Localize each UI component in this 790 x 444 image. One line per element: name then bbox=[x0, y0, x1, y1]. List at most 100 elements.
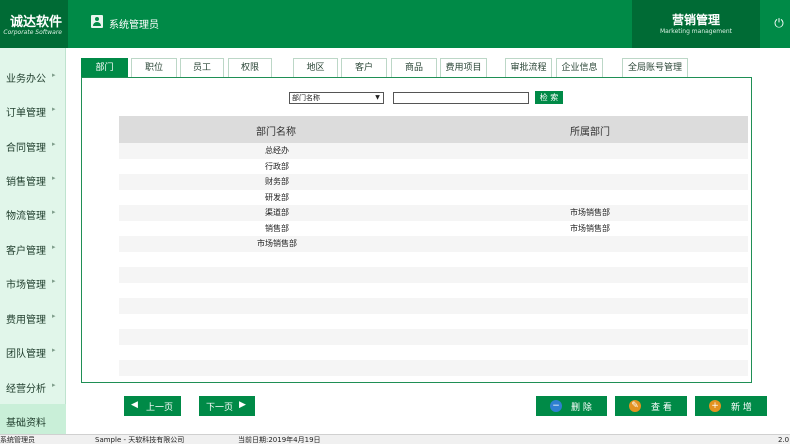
next-page-button[interactable]: 下一页 ▶ bbox=[199, 396, 255, 416]
chevron-right-icon: ▸ bbox=[52, 208, 56, 216]
plus-icon: + bbox=[709, 400, 721, 412]
table-body: 总经办 行政部 财务部 研发部 渠道部 市场销售部 销售部 市场销售部 市场销售部 bbox=[119, 143, 748, 376]
chevron-right-icon: ▸ bbox=[52, 381, 56, 389]
cell-parent-department: 市场销售部 bbox=[570, 223, 610, 233]
sidebar-item-market[interactable]: 市场管理 ▸ bbox=[0, 266, 66, 300]
tab-employee[interactable]: 员工 bbox=[180, 58, 224, 77]
table-row[interactable] bbox=[119, 360, 748, 376]
tab-customer[interactable]: 客户 bbox=[341, 58, 387, 77]
sidebar-item-team[interactable]: 团队管理 ▸ bbox=[0, 335, 66, 369]
sidebar-item-label: 团队管理 bbox=[6, 349, 46, 360]
table-row[interactable]: 销售部 市场销售部 bbox=[119, 221, 748, 237]
table-row[interactable] bbox=[119, 283, 748, 299]
user-icon bbox=[91, 15, 103, 28]
cell-department-name: 销售部 bbox=[265, 223, 289, 233]
chevron-right-icon: ▸ bbox=[52, 140, 56, 148]
top-header: 诚达软件 Corporate Software 系统管理员 营销管理 Marke… bbox=[0, 0, 790, 48]
column-header-department-name: 部门名称 bbox=[256, 127, 296, 138]
module-subtitle: Marketing management bbox=[659, 28, 732, 35]
search-input[interactable] bbox=[393, 92, 529, 104]
table-row[interactable]: 市场销售部 bbox=[119, 236, 748, 252]
app-window: 诚达软件 Corporate Software 系统管理员 营销管理 Marke… bbox=[0, 0, 790, 444]
tab-position[interactable]: 职位 bbox=[131, 58, 177, 77]
table-row[interactable]: 财务部 bbox=[119, 174, 748, 190]
sidebar-item-orders[interactable]: 订单管理 ▸ bbox=[0, 94, 66, 128]
sidebar-item-analysis[interactable]: 经营分析 ▸ bbox=[0, 370, 66, 404]
chevron-right-icon: ▸ bbox=[52, 346, 56, 354]
table-row[interactable] bbox=[119, 345, 748, 361]
table-row[interactable]: 行政部 bbox=[119, 159, 748, 175]
brand-logo: 诚达软件 Corporate Software bbox=[0, 0, 68, 48]
cell-department-name: 市场销售部 bbox=[257, 239, 297, 248]
filter-field-select[interactable]: 部门名称 ▼ bbox=[289, 92, 384, 104]
tab-approval-flow[interactable]: 审批流程 bbox=[505, 58, 552, 77]
tab-bar: 部门 职位 员工 权限 地区 客户 商品 费用项目 审批流程 企业信息 全局账号… bbox=[81, 58, 751, 77]
sidebar-item-logistics[interactable]: 物流管理 ▸ bbox=[0, 197, 66, 231]
module-title: 营销管理 bbox=[671, 13, 720, 27]
tab-department[interactable]: 部门 bbox=[81, 58, 128, 77]
module-banner: 营销管理 Marketing management bbox=[632, 0, 760, 48]
prev-page-button[interactable]: ◀ 上一页 bbox=[124, 396, 181, 416]
view-button[interactable]: ✎ 查 看 bbox=[615, 396, 687, 416]
table-row[interactable]: 渠道部 市场销售部 bbox=[119, 205, 748, 221]
sidebar-item-label: 销售管理 bbox=[6, 177, 46, 188]
table-row[interactable] bbox=[119, 314, 748, 330]
status-user: 系统管理员 bbox=[0, 436, 35, 444]
table-row[interactable] bbox=[119, 267, 748, 283]
table-row[interactable]: 总经办 bbox=[119, 143, 748, 159]
sidebar-item-contracts[interactable]: 合同管理 ▸ bbox=[0, 129, 66, 163]
sidebar-item-label: 基础资料 bbox=[6, 418, 46, 429]
sidebar-item-sales[interactable]: 销售管理 ▸ bbox=[0, 163, 66, 197]
table-row[interactable] bbox=[119, 329, 748, 345]
sidebar-item-label: 客户管理 bbox=[6, 246, 46, 257]
sidebar-item-customers[interactable]: 客户管理 ▸ bbox=[0, 232, 66, 266]
sidebar-item-base-data[interactable]: 基础资料 bbox=[0, 404, 66, 438]
tab-company-info[interactable]: 企业信息 bbox=[556, 58, 603, 77]
sidebar-item-label: 业务办公 bbox=[6, 74, 46, 85]
pencil-icon: ✎ bbox=[629, 400, 641, 412]
add-label: 新 增 bbox=[731, 403, 752, 413]
column-header-parent-department: 所属部门 bbox=[570, 127, 610, 138]
search-button[interactable]: 检 索 bbox=[535, 91, 563, 104]
view-label: 查 看 bbox=[651, 403, 672, 413]
status-company: Sample - 天软科技有限公司 bbox=[95, 436, 185, 444]
next-page-label: 下一页 bbox=[206, 403, 234, 413]
chevron-down-icon: ▼ bbox=[375, 94, 380, 101]
cell-parent-department: 市场销售部 bbox=[570, 208, 610, 217]
tab-global-accounts[interactable]: 全局账号管理 bbox=[622, 58, 688, 77]
status-date: 当前日期:2019年4月19日 bbox=[238, 436, 321, 444]
chevron-right-icon: ▸ bbox=[52, 243, 56, 251]
table-row[interactable] bbox=[119, 298, 748, 314]
status-version: 2.0 bbox=[778, 436, 790, 444]
cell-department-name: 研发部 bbox=[265, 192, 289, 202]
department-panel: 部门名称 ▼ 检 索 部门名称 所属部门 总经办 行政部 财务部 研发部 渠道部 市场销售… bbox=[81, 77, 752, 383]
add-button[interactable]: + 新 增 bbox=[695, 396, 767, 416]
chevron-right-icon: ▸ bbox=[52, 312, 56, 320]
chevron-right-icon: ▸ bbox=[52, 174, 56, 182]
sidebar-item-expenses[interactable]: 费用管理 ▸ bbox=[0, 301, 66, 335]
cell-department-name: 总经办 bbox=[265, 146, 289, 155]
sidebar-item-label: 经营分析 bbox=[6, 384, 46, 395]
tab-permission[interactable]: 权限 bbox=[228, 58, 272, 77]
chevron-right-icon: ▸ bbox=[52, 277, 56, 285]
cell-department-name: 渠道部 bbox=[265, 208, 289, 217]
table-row[interactable] bbox=[119, 252, 748, 268]
tab-product[interactable]: 商品 bbox=[391, 58, 437, 77]
cell-department-name: 财务部 bbox=[265, 177, 289, 186]
sidebar: 业务办公 ▸ 订单管理 ▸ 合同管理 ▸ 销售管理 ▸ 物流管理 ▸ 客户管理 … bbox=[0, 48, 66, 438]
sidebar-item-label: 物流管理 bbox=[6, 211, 46, 222]
cell-department-name: 行政部 bbox=[265, 161, 289, 171]
sidebar-item-business-office[interactable]: 业务办公 ▸ bbox=[0, 60, 66, 94]
brand-subtitle: Corporate Software bbox=[3, 29, 62, 36]
chevron-right-icon: ▸ bbox=[52, 105, 56, 113]
sidebar-item-label: 合同管理 bbox=[6, 143, 46, 154]
power-icon[interactable]: ⏻ bbox=[772, 16, 786, 30]
table-row[interactable]: 研发部 bbox=[119, 190, 748, 206]
tab-expense-items[interactable]: 费用项目 bbox=[440, 58, 487, 77]
brand-name: 诚达软件 bbox=[9, 15, 62, 30]
triangle-left-icon: ◀ bbox=[131, 400, 138, 410]
filter-select-value: 部门名称 bbox=[292, 94, 320, 102]
triangle-right-icon: ▶ bbox=[239, 400, 246, 410]
tab-region[interactable]: 地区 bbox=[293, 58, 338, 77]
delete-button[interactable]: − 删 除 bbox=[536, 396, 607, 416]
